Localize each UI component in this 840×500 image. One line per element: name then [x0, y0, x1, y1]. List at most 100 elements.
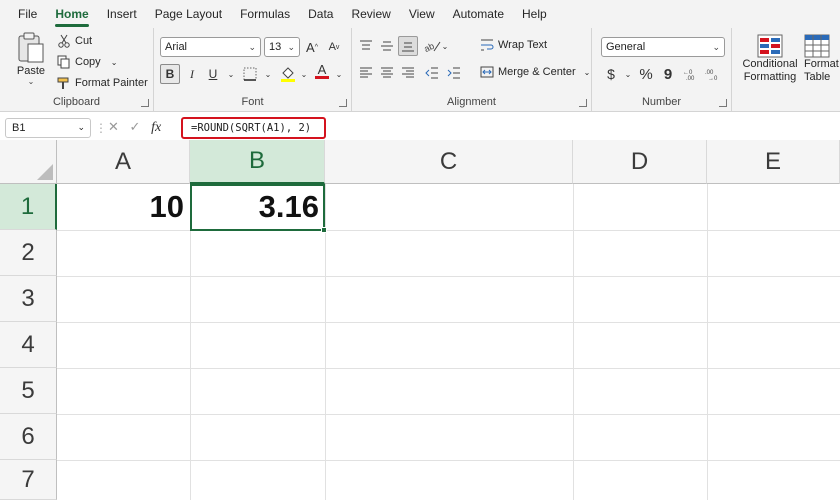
underline-letter: U	[208, 67, 218, 81]
clipboard-launcher-icon[interactable]	[141, 99, 149, 107]
gridline	[57, 230, 840, 231]
percent-button[interactable]: %	[636, 64, 656, 84]
fill-handle[interactable]	[321, 227, 327, 233]
cell-a1[interactable]: 10	[57, 184, 190, 230]
row-header-5[interactable]: 5	[0, 368, 57, 414]
column-header-e-label: E	[764, 147, 781, 175]
borders-chevron-icon[interactable]: ⌄	[258, 64, 278, 84]
number-launcher-icon[interactable]	[719, 99, 727, 107]
wrap-text-label: Wrap Text	[498, 39, 548, 51]
merge-center-button[interactable]: Merge & Center ⌄	[480, 65, 590, 79]
tab-formulas[interactable]: Formulas	[240, 7, 290, 21]
wrap-text-button[interactable]: Wrap Text	[480, 38, 547, 52]
bold-button[interactable]: B	[160, 64, 180, 84]
column-header-c[interactable]: C	[325, 140, 573, 184]
borders-icon	[243, 67, 257, 81]
tab-view[interactable]: View	[409, 7, 435, 21]
row-header-1-label: 1	[20, 192, 35, 220]
tab-help[interactable]: Help	[522, 7, 547, 21]
underline-chevron-icon[interactable]: ⌄	[221, 64, 241, 84]
currency-chevron-icon[interactable]: ⌄	[618, 64, 638, 84]
row-header-4-label: 4	[21, 330, 35, 358]
tab-page-layout[interactable]: Page Layout	[155, 7, 222, 21]
tab-data[interactable]: Data	[308, 7, 333, 21]
comma-style-button[interactable]: 9	[658, 64, 678, 84]
top-align-icon	[360, 40, 372, 50]
font-color-chevron-icon[interactable]: ⌄	[329, 64, 349, 84]
conditional-formatting-button[interactable]: Conditional Formatting	[738, 34, 802, 84]
formula-input[interactable]: =ROUND(SQRT(A1), 2)	[181, 117, 326, 139]
align-right-button[interactable]	[398, 63, 418, 83]
formula-bar-handle-icon[interactable]: ⋮	[95, 121, 107, 135]
cut-button[interactable]: Cut	[57, 34, 92, 48]
scissors-icon	[57, 34, 71, 48]
enter-check-icon[interactable]: ✓	[130, 119, 141, 134]
decrease-indent-icon	[425, 67, 438, 79]
paintbrush-icon	[57, 76, 71, 90]
copy-chevron-icon[interactable]: ⌄	[111, 58, 118, 67]
increase-decimal-button[interactable]: ←0.00	[682, 64, 702, 84]
column-header-b[interactable]: B	[190, 140, 325, 184]
top-align-button[interactable]	[356, 36, 376, 56]
row-header-1[interactable]: 1	[0, 184, 57, 230]
format-as-table-button[interactable]: Format Table	[804, 34, 840, 84]
paste-label: Paste	[16, 65, 46, 77]
orientation-button[interactable]: ab ⌄	[422, 36, 450, 56]
decrease-indent-button[interactable]	[422, 63, 442, 83]
column-header-a[interactable]: A	[57, 140, 190, 184]
number-format-select[interactable]: General ⌄	[601, 37, 725, 57]
middle-align-button[interactable]	[377, 36, 397, 56]
row-header-7[interactable]: 7	[0, 460, 57, 500]
alignment-launcher-icon[interactable]	[579, 99, 587, 107]
gridline	[57, 322, 840, 323]
name-box[interactable]: B1 ⌄	[5, 118, 91, 138]
paste-button[interactable]: Paste ⌄	[16, 32, 46, 86]
svg-text:.00: .00	[686, 76, 695, 81]
align-center-button[interactable]	[377, 63, 397, 83]
comma-style-symbol: 9	[663, 65, 673, 83]
row-header-4[interactable]: 4	[0, 322, 57, 368]
tab-automate[interactable]: Automate	[453, 7, 504, 21]
paste-chevron-icon[interactable]: ⌄	[28, 77, 35, 86]
borders-button[interactable]	[240, 64, 260, 84]
tab-file[interactable]: File	[18, 7, 37, 21]
font-name-select[interactable]: Arial ⌄	[160, 37, 261, 57]
name-box-value: B1	[12, 122, 26, 134]
fill-color-chevron-icon[interactable]: ⌄	[294, 64, 314, 84]
merge-center-chevron-icon[interactable]: ⌄	[584, 68, 591, 77]
align-right-icon	[402, 67, 414, 78]
number-group: General ⌄ $ ⌄ % 9 ←0.00 .00 →0 Number	[592, 28, 732, 112]
underline-button[interactable]: U	[203, 64, 223, 84]
column-header-d-label: D	[630, 147, 649, 175]
bold-letter: B	[165, 67, 175, 81]
grow-font-letter: A	[306, 39, 315, 55]
format-painter-button[interactable]: Format Painter	[57, 76, 148, 90]
select-all-corner[interactable]	[0, 140, 57, 184]
tab-insert[interactable]: Insert	[107, 7, 137, 21]
font-launcher-icon[interactable]	[339, 99, 347, 107]
column-header-e[interactable]: E	[707, 140, 840, 184]
shrink-font-button[interactable]: Av	[324, 37, 344, 57]
grow-font-button[interactable]: A ^	[302, 37, 322, 57]
row-header-2[interactable]: 2	[0, 230, 57, 276]
bottom-align-button[interactable]	[398, 36, 418, 56]
row-header-6[interactable]: 6	[0, 414, 57, 460]
column-header-d[interactable]: D	[573, 140, 707, 184]
increase-indent-button[interactable]	[444, 63, 464, 83]
shrink-font-caret-icon: v	[335, 43, 340, 51]
decrease-decimal-button[interactable]: .00 →0	[704, 64, 724, 84]
tab-review[interactable]: Review	[351, 7, 390, 21]
font-name-chevron-icon: ⌄	[248, 42, 256, 52]
row-header-3[interactable]: 3	[0, 276, 57, 322]
cancel-icon[interactable]: ✕	[108, 119, 119, 134]
copy-button[interactable]: Copy ⌄	[57, 55, 117, 69]
align-left-button[interactable]	[356, 63, 376, 83]
alignment-group: ab ⌄ Wrap Text Merge & Center ⌄ Alignmen…	[352, 28, 592, 112]
insert-function-button[interactable]: fx	[151, 120, 161, 135]
column-header-a-label: A	[114, 147, 131, 175]
gridline	[707, 184, 708, 500]
italic-button[interactable]: I	[182, 64, 202, 84]
tab-home[interactable]: Home	[55, 7, 90, 27]
increase-decimal-icon: ←0.00	[683, 70, 695, 81]
font-size-select[interactable]: 13 ⌄	[264, 37, 300, 57]
